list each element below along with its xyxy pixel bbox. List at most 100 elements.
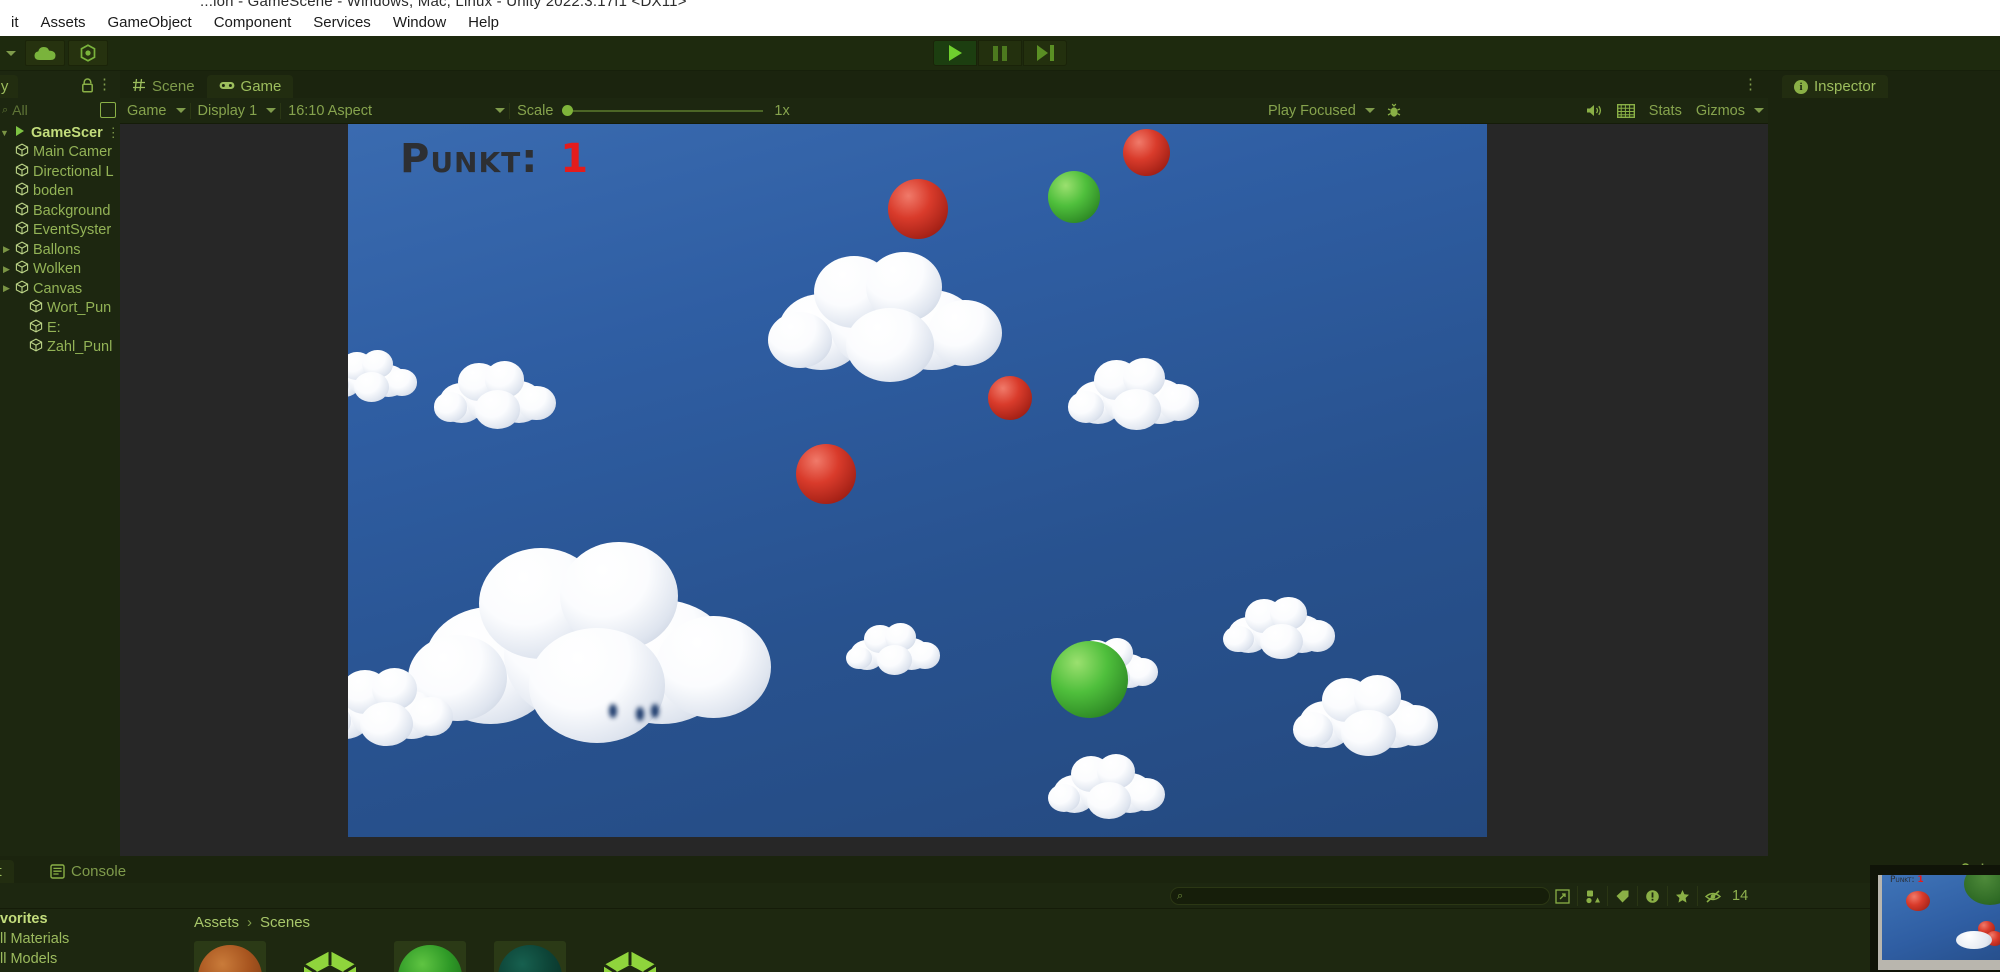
- balloon-green[interactable]: [1051, 641, 1128, 718]
- console-icon: [50, 864, 65, 879]
- play-mode-dropdown[interactable]: Play Focused: [1261, 100, 1379, 122]
- tab-game[interactable]: Game: [206, 75, 294, 98]
- target-display-label: Game: [127, 102, 167, 119]
- menu-item-assets[interactable]: Assets: [30, 10, 97, 36]
- scale-slider-knob[interactable]: [562, 105, 574, 116]
- cloud-puff: [474, 390, 521, 429]
- target-display-dropdown[interactable]: Game: [120, 100, 190, 122]
- asset-preview-overlay: Punkt: 1: [1870, 865, 2000, 972]
- breadcrumb-item-assets[interactable]: Assets: [194, 914, 239, 931]
- gameobject-cube-icon: [15, 163, 29, 177]
- tab-console-label: Console: [71, 863, 127, 880]
- hierarchy-search[interactable]: ⌕ All: [0, 98, 120, 122]
- project-toolbar: ⌕ 14: [0, 883, 2000, 909]
- search-input-field[interactable]: [1183, 888, 1543, 904]
- cloud-button[interactable]: [25, 40, 65, 66]
- settings-button[interactable]: [68, 40, 108, 66]
- hierarchy-item-zahl_punl[interactable]: Zahl_Punl: [0, 338, 120, 358]
- menu-item-window[interactable]: Window: [382, 10, 457, 36]
- hierarchy-item-background[interactable]: Background: [0, 201, 120, 221]
- menu-item-gameobject[interactable]: GameObject: [97, 10, 203, 36]
- account-dropdown-button[interactable]: [0, 40, 22, 66]
- hierarchy-item-ballons[interactable]: ▶ Ballons: [0, 240, 120, 260]
- balloon-red[interactable]: [888, 179, 948, 239]
- scale-slider[interactable]: [562, 105, 764, 116]
- cloud-puff: [1127, 658, 1159, 687]
- chevron-right-icon[interactable]: ▶: [2, 283, 11, 294]
- hierarchy-item-label: E:: [47, 319, 61, 336]
- pause-button[interactable]: [978, 40, 1022, 66]
- warning-icon[interactable]: [1638, 886, 1668, 906]
- visibility-off-icon[interactable]: [1698, 886, 1728, 906]
- chevron-right-icon[interactable]: ▶: [2, 264, 11, 275]
- cloud-puff: [1128, 778, 1165, 811]
- asset-material-thumbnail[interactable]: [194, 941, 266, 972]
- hierarchy-item-canvas[interactable]: ▶ Canvas: [0, 279, 120, 299]
- tab-scene[interactable]: Scene: [120, 75, 207, 98]
- chevron-down-icon[interactable]: ▼: [0, 128, 9, 138]
- cloud-puff: [387, 369, 417, 396]
- menu-item-help[interactable]: Help: [457, 10, 510, 36]
- play-button[interactable]: [933, 40, 977, 66]
- menu-item-services[interactable]: Services: [302, 10, 382, 36]
- hierarchy-item-wort_pun[interactable]: Wort_Pun: [0, 299, 120, 319]
- chevron-down-icon: [175, 108, 186, 113]
- step-button[interactable]: [1023, 40, 1067, 66]
- hierarchy-item-e-[interactable]: E:: [0, 318, 120, 338]
- tab-project[interactable]: ct: [0, 860, 14, 883]
- menu-item-it[interactable]: it: [0, 10, 30, 36]
- favorite-star-icon[interactable]: [1668, 886, 1698, 906]
- tab-hierarchy[interactable]: rchy: [0, 75, 19, 98]
- asset-prefab-thumbnail[interactable]: [594, 941, 666, 972]
- balloon-green[interactable]: [1048, 171, 1100, 223]
- hierarchy-item-main-camer[interactable]: Main Camer: [0, 143, 120, 163]
- hierarchy-item-wolken[interactable]: ▶ Wolken: [0, 260, 120, 280]
- hierarchy-item-boden[interactable]: boden: [0, 182, 120, 202]
- hierarchy-item-label: Directional L: [33, 163, 114, 180]
- game-view-kebab-menu[interactable]: ⋮: [1743, 75, 1758, 93]
- tab-console[interactable]: Console: [38, 860, 138, 883]
- tab-label: Game: [240, 78, 282, 95]
- hierarchy-scene-root[interactable]: ▼ GameScer ⋮: [0, 123, 120, 143]
- hierarchy-kebab-menu[interactable]: ⋮: [97, 75, 112, 93]
- asset-prefab-thumbnail[interactable]: [294, 941, 366, 972]
- gameobject-cube-icon: [15, 143, 29, 157]
- label-icon[interactable]: [1608, 886, 1638, 906]
- favorites-item[interactable]: ll Models: [0, 949, 190, 969]
- cloud-puff: [1293, 712, 1333, 748]
- hierarchy-item-eventsyster[interactable]: EventSyster: [0, 221, 120, 241]
- breadcrumb-item-scenes[interactable]: Scenes: [260, 914, 310, 931]
- scale-slider-track[interactable]: [573, 109, 764, 112]
- game-render-area[interactable]: Punkt: 1: [348, 124, 1487, 837]
- expand-icon[interactable]: [100, 102, 116, 118]
- lock-icon[interactable]: [81, 78, 94, 96]
- stats-button[interactable]: Stats: [1642, 100, 1689, 122]
- hierarchy-item-directional-l[interactable]: Directional L: [0, 162, 120, 182]
- favorites-item[interactable]: ll Materials: [0, 929, 190, 949]
- tab-inspector[interactable]: i Inspector: [1782, 75, 1888, 98]
- cloud-puff: [1299, 619, 1336, 652]
- display-dropdown[interactable]: Display 1: [191, 100, 281, 122]
- frame-debugger-button[interactable]: [1610, 100, 1642, 122]
- filter-by-type-icon[interactable]: [1578, 886, 1608, 906]
- menu-item-component[interactable]: Component: [203, 10, 303, 36]
- gizmos-dropdown[interactable]: Gizmos: [1689, 100, 1768, 122]
- expand-icon[interactable]: [1548, 886, 1578, 906]
- gameobject-cube-icon: [15, 202, 29, 216]
- scale-value: 1x: [774, 102, 790, 119]
- balloon-red[interactable]: [1123, 129, 1170, 176]
- aspect-ratio-dropdown[interactable]: 16:10 Aspect: [281, 100, 509, 122]
- scene-kebab-menu[interactable]: ⋮: [107, 125, 120, 141]
- debug-button[interactable]: [1379, 100, 1409, 122]
- project-search-input[interactable]: ⌕: [1170, 887, 1550, 905]
- material-sphere-preview: [498, 945, 562, 972]
- balloon-red[interactable]: [796, 444, 856, 504]
- asset-material-thumbnail[interactable]: [494, 941, 566, 972]
- info-icon: i: [1794, 79, 1808, 94]
- asset-material-thumbnail[interactable]: [394, 941, 466, 972]
- balloon-red[interactable]: [988, 376, 1032, 420]
- scale-control[interactable]: Scale 1x: [510, 100, 797, 122]
- chevron-right-icon[interactable]: ▶: [2, 244, 11, 255]
- gameobject-cube-icon: [15, 241, 29, 259]
- mute-audio-button[interactable]: [1579, 100, 1610, 122]
